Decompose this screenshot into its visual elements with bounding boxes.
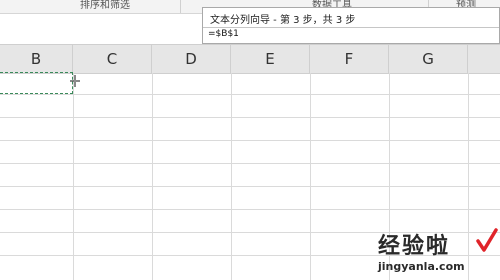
copy-selection-marquee — [0, 72, 73, 94]
watermark-text: 经验啦 — [378, 234, 451, 259]
watermark-url: jingyanla.com — [378, 260, 465, 273]
column-header-c[interactable]: C — [73, 45, 152, 73]
grid-line — [0, 117, 500, 118]
grid-line — [0, 94, 500, 95]
ribbon-group-sort-filter: 排序和筛选 — [80, 0, 130, 11]
destination-value[interactable]: =$B$1 — [208, 29, 239, 39]
watermark: 经验啦 jingyanla.com — [378, 228, 500, 280]
column-header-g[interactable]: G — [389, 45, 468, 73]
column-header-b[interactable]: B — [0, 45, 73, 73]
column-header-row: B C D E F G — [0, 44, 500, 74]
grid-line — [310, 73, 311, 280]
column-header-e[interactable]: E — [231, 45, 310, 73]
check-mark-icon — [476, 228, 498, 252]
column-header-h[interactable] — [468, 45, 500, 73]
dialog-title: 文本分列向导 - 第 3 步，共 3 步 — [210, 15, 356, 26]
destination-input[interactable] — [203, 27, 499, 43]
cell-cursor-icon — [70, 75, 80, 87]
grid-line — [0, 209, 500, 210]
grid-line — [0, 186, 500, 187]
grid-line — [231, 73, 232, 280]
ribbon-separator — [180, 0, 181, 13]
column-header-f[interactable]: F — [310, 45, 389, 73]
grid-line — [0, 163, 500, 164]
column-header-d[interactable]: D — [152, 45, 231, 73]
grid-line — [73, 73, 74, 280]
grid-line — [152, 73, 153, 280]
text-to-columns-dialog: 文本分列向导 - 第 3 步，共 3 步 =$B$1 — [202, 7, 500, 44]
grid-line — [0, 140, 500, 141]
